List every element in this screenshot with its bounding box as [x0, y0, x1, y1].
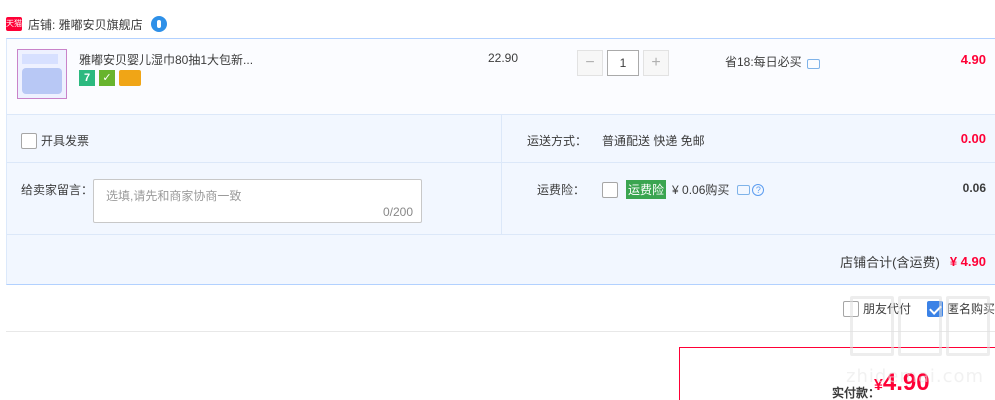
- service-icons: 7 ✓: [79, 70, 141, 86]
- tmall-logo-icon: 天猫: [6, 17, 22, 31]
- payment-summary: 实付款： ¥4.90: [679, 347, 995, 400]
- quantity-stepper: − 1 +: [577, 50, 669, 76]
- store-subtotal-price: ¥ 4.90: [949, 254, 986, 269]
- invoice-shipping-row: 开具发票 运送方式： 普通配送 快递 免邮 0.00: [7, 115, 995, 163]
- seven-day-return-icon[interactable]: 7: [79, 70, 95, 86]
- promotion-detail-icon[interactable]: [806, 58, 820, 69]
- order-panel: 雅嘟安贝婴儿湿巾80抽1大包新... 7 ✓ 22.90 − 1 + 省18:每…: [6, 38, 995, 285]
- shipping-method-value: 普通配送 快递 免邮: [602, 134, 705, 148]
- thumbnail-label-strip: [22, 54, 58, 64]
- payment-options: 朋友代付 匿名购买: [827, 300, 995, 317]
- cart-item-row: 雅嘟安贝婴儿湿巾80抽1大包新... 7 ✓ 22.90 − 1 + 省18:每…: [7, 39, 995, 115]
- quantity-increase-button[interactable]: +: [643, 50, 669, 76]
- quantity-decrease-button[interactable]: −: [577, 50, 603, 76]
- seller-message-label: 给卖家留言：: [21, 183, 94, 197]
- consumer-protection-icon[interactable]: ✓: [99, 70, 115, 86]
- shipping-price: 0.00: [960, 131, 986, 146]
- insurance-info-icon[interactable]: [737, 184, 751, 195]
- payment-amount-value: 4.90: [882, 369, 930, 396]
- section-divider: [6, 331, 995, 332]
- shipping-insurance-tag: 运费险: [626, 180, 667, 199]
- store-subtotal-row: 店铺合计(含运费) ¥ 4.90: [7, 234, 995, 285]
- anonymous-purchase-label: 匿名购买: [946, 302, 995, 316]
- shipping-method-label: 运送方式：: [527, 134, 588, 148]
- chat-wangwang-icon[interactable]: [150, 16, 167, 32]
- product-thumbnail[interactable]: [17, 49, 67, 99]
- promotion: 省18:每日必买: [725, 53, 820, 70]
- shipping-insurance-option: 运费险 ¥ 0.06购买 ?: [602, 180, 765, 199]
- shipping-insurance-amount: 0.06: [962, 181, 986, 195]
- credit-card-icon[interactable]: [119, 70, 141, 86]
- insurance-help-icon[interactable]: ?: [752, 183, 765, 196]
- payment-label: 实付款：: [832, 386, 881, 400]
- seller-message-placeholder: 选填,请先和商家协商一致: [106, 189, 242, 203]
- store-subtotal: 店铺合计(含运费) ¥ 4.90: [840, 252, 986, 271]
- shipping-insurance-price: ¥ 0.06购买: [672, 183, 730, 197]
- friend-pay-checkbox[interactable]: [842, 300, 859, 317]
- seller-message-count: 0/200: [382, 205, 413, 219]
- invoice-option[interactable]: 开具发票: [21, 132, 89, 149]
- store-name[interactable]: 店铺: 雅嘟安贝旗舰店: [28, 16, 143, 33]
- message-insurance-row: 给卖家留言： 选填,请先和商家协商一致 0/200 运费险： 运费险 ¥ 0.0…: [7, 163, 995, 234]
- quantity-input[interactable]: 1: [607, 50, 639, 76]
- friend-pay-label: 朋友代付: [862, 302, 911, 316]
- shipping-insurance-checkbox[interactable]: [602, 181, 618, 198]
- friend-pay-option[interactable]: 朋友代付: [842, 300, 911, 317]
- seller-message-field[interactable]: 选填,请先和商家协商一致 0/200: [93, 179, 422, 223]
- store-subtotal-label: 店铺合计(含运费): [840, 255, 940, 270]
- anonymous-purchase-checkbox[interactable]: [926, 300, 943, 317]
- payment-amount: ¥4.90: [874, 369, 930, 397]
- invoice-label: 开具发票: [41, 134, 90, 148]
- payment-currency: ¥: [874, 377, 883, 394]
- unit-price: 22.90: [488, 51, 519, 65]
- invoice-checkbox[interactable]: [21, 132, 37, 149]
- promotion-text: 省18:每日必买: [725, 55, 802, 69]
- thumbnail-product-pack: [22, 68, 62, 94]
- store-header: 天猫 店铺: 雅嘟安贝旗舰店: [6, 14, 167, 34]
- anonymous-purchase-option[interactable]: 匿名购买: [926, 300, 995, 317]
- shipping-insurance-label: 运费险：: [537, 183, 586, 197]
- item-total-price: 4.90: [960, 52, 986, 67]
- product-title[interactable]: 雅嘟安贝婴儿湿巾80抽1大包新...: [79, 51, 253, 68]
